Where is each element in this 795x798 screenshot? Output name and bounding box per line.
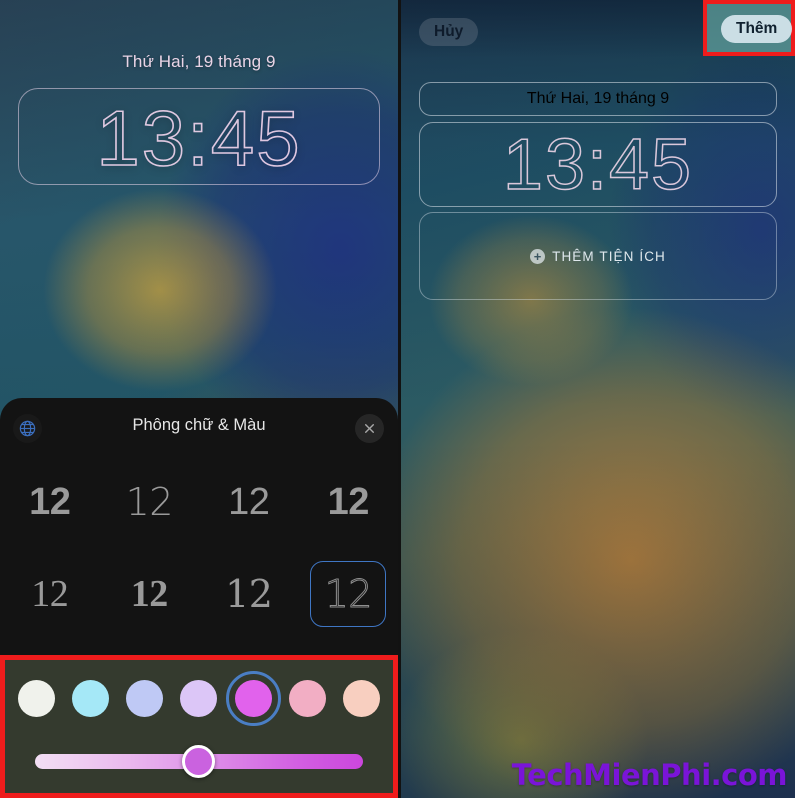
color-swatch-cyan[interactable] — [63, 674, 117, 722]
font-and-color-sheet: Phông chữ & Màu 12 12 12 12 12 12 12 12 — [0, 398, 398, 656]
lockscreen-time-left[interactable]: 13:45 — [0, 92, 398, 184]
date-widget-frame-right[interactable]: Thứ Hai, 19 tháng 9 — [419, 82, 777, 116]
color-swatch-magenta-selected[interactable] — [225, 670, 282, 726]
cancel-button[interactable]: Hủy — [419, 18, 479, 46]
swatch-dot — [180, 679, 218, 717]
font-option-label: 12 — [327, 481, 370, 523]
close-icon[interactable] — [355, 414, 384, 443]
slider-thumb[interactable] — [182, 745, 215, 778]
color-swatch-pink[interactable] — [280, 674, 334, 722]
sheet-header: Phông chữ & Màu — [0, 398, 398, 458]
font-option-label: 12 — [29, 481, 71, 523]
color-swatch-periwinkle[interactable] — [118, 674, 172, 722]
lockscreen-time-right[interactable]: 13:45 — [419, 124, 777, 206]
add-button-highlight-box: Thêm — [703, 0, 795, 56]
sheet-title: Phông chữ & Màu — [132, 416, 266, 434]
left-phone-panel: Thứ Hai, 19 tháng 9 13:45 Phông chữ & Mà… — [0, 0, 398, 798]
swatch-dot — [234, 679, 272, 717]
lockscreen-date-right: Thứ Hai, 19 tháng 9 — [526, 90, 670, 107]
font-option-0[interactable]: 12 — [0, 456, 100, 548]
color-swatch-white[interactable] — [9, 674, 63, 722]
font-option-label: 12 — [225, 572, 273, 616]
font-option-5[interactable]: 12 — [100, 548, 200, 640]
font-option-label: 12 — [31, 573, 69, 615]
lockscreen-wallpaper-right — [401, 0, 795, 798]
font-option-label: 12 — [310, 561, 387, 627]
color-swatch-peach[interactable] — [335, 674, 389, 722]
font-option-label: 12 — [125, 480, 174, 524]
font-option-3[interactable]: 12 — [299, 456, 399, 548]
add-widget-slot[interactable]: + THÊM TIỆN ÍCH — [419, 212, 777, 300]
color-intensity-slider[interactable] — [35, 745, 363, 778]
color-swatch-row — [5, 670, 393, 726]
color-picker-section — [0, 655, 398, 798]
font-option-label: 12 — [130, 573, 169, 615]
font-option-7-selected[interactable]: 12 — [299, 548, 399, 640]
add-button[interactable]: Thêm — [721, 15, 793, 43]
font-option-2[interactable]: 12 — [199, 456, 299, 548]
swatch-dot — [343, 679, 381, 717]
font-option-1[interactable]: 12 — [100, 456, 200, 548]
right-phone-panel: Hủy Thêm Thứ Hai, 19 tháng 9 13:45 + THÊ… — [401, 0, 795, 798]
plus-circle-icon: + — [530, 248, 546, 264]
swatch-dot — [126, 679, 164, 717]
color-swatch-lavender[interactable] — [172, 674, 226, 722]
screenshot-root: Thứ Hai, 19 tháng 9 13:45 Phông chữ & Mà… — [0, 0, 795, 798]
lockscreen-date-left: Thứ Hai, 19 tháng 9 — [122, 52, 276, 71]
watermark: TechMienPhi.com — [511, 758, 788, 792]
swatch-dot — [71, 679, 109, 717]
swatch-dot — [289, 679, 327, 717]
font-option-6[interactable]: 12 — [199, 548, 299, 640]
font-style-grid: 12 12 12 12 12 12 12 12 — [0, 456, 398, 640]
swatch-dot — [17, 679, 55, 717]
font-option-label: 12 — [228, 481, 270, 523]
add-widget-label: THÊM TIỆN ÍCH — [552, 248, 666, 264]
font-option-4[interactable]: 12 — [0, 548, 100, 640]
